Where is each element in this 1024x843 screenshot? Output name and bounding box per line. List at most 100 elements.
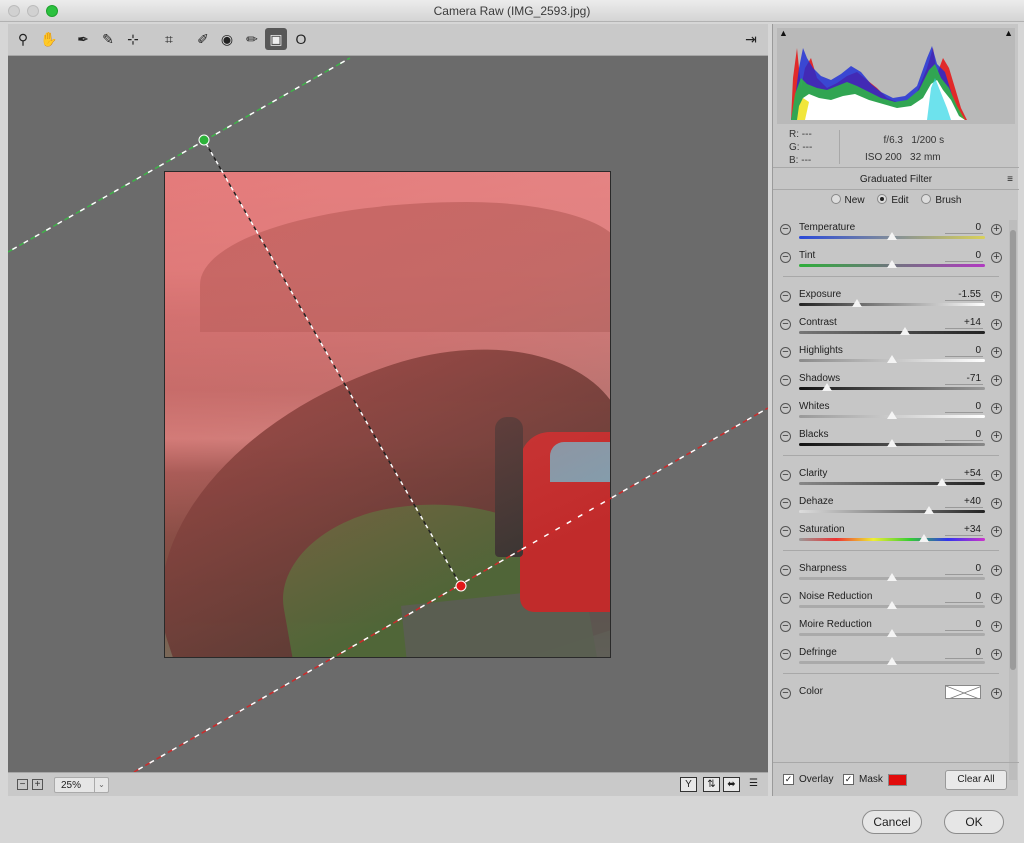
zoom-tool-icon[interactable]: ⚲	[12, 28, 34, 50]
slider-thumb[interactable]	[887, 232, 897, 240]
color-sampler-tool-icon[interactable]: ✎	[97, 28, 119, 50]
preview-preferences-icon[interactable]: ☰	[745, 777, 762, 792]
slider-value-field[interactable]: -71	[945, 373, 983, 385]
slider-thumb[interactable]	[887, 601, 897, 609]
minus-icon[interactable]: −	[780, 347, 791, 358]
slider-value-field[interactable]: 0	[945, 345, 983, 357]
minus-icon[interactable]: −	[780, 403, 791, 414]
mask-checkbox[interactable]: ✓	[843, 774, 854, 785]
slider-thumb[interactable]	[900, 327, 911, 335]
slider-track[interactable]	[799, 331, 985, 334]
slider-thumb[interactable]	[851, 299, 862, 307]
slider-thumb[interactable]	[887, 629, 897, 637]
slider-track[interactable]	[799, 510, 985, 513]
copy-settings-button[interactable]: ⬌	[723, 777, 740, 792]
plus-icon[interactable]: +	[991, 319, 1002, 330]
slider-value-field[interactable]: +40	[945, 496, 983, 508]
adjustment-brush-icon[interactable]: ✏	[241, 28, 263, 50]
slider-thumb[interactable]	[887, 355, 897, 363]
panel-scroll-thumb[interactable]	[1010, 230, 1016, 670]
minus-icon[interactable]: −	[780, 593, 791, 604]
graduated-filter-icon[interactable]: ▣	[265, 28, 287, 50]
plus-icon[interactable]: +	[991, 403, 1002, 414]
slider-value-field[interactable]: +54	[945, 468, 983, 480]
white-balance-tool-icon[interactable]: ✒	[72, 28, 94, 50]
before-after-view-button[interactable]: Y	[680, 777, 697, 792]
minus-icon[interactable]: −	[780, 252, 791, 263]
gradient-start-handle[interactable]	[198, 134, 210, 146]
plus-icon[interactable]: +	[991, 526, 1002, 537]
slider-value-field[interactable]: 0	[945, 563, 983, 575]
clear-all-button[interactable]: Clear All	[945, 770, 1007, 790]
slider-value-field[interactable]: 0	[945, 429, 983, 441]
slider-clarity[interactable]: − Clarity +54 +	[773, 466, 1009, 494]
slider-value-field[interactable]: 0	[945, 222, 983, 234]
slider-shadows[interactable]: − Shadows -71 +	[773, 371, 1009, 399]
zoom-in-button[interactable]: +	[32, 779, 43, 790]
slider-track[interactable]	[799, 482, 985, 485]
gradient-end-handle[interactable]	[455, 580, 467, 592]
radial-filter-icon[interactable]: O	[290, 28, 312, 50]
slider-highlights[interactable]: − Highlights 0 +	[773, 343, 1009, 371]
slider-value-field[interactable]: 0	[945, 250, 983, 262]
minus-icon[interactable]: −	[780, 319, 791, 330]
slider-thumb[interactable]	[887, 260, 897, 268]
minus-icon[interactable]: −	[780, 431, 791, 442]
slider-thumb[interactable]	[887, 439, 897, 447]
swap-settings-button[interactable]: ⇅	[703, 777, 720, 792]
plus-icon[interactable]: +	[991, 593, 1002, 604]
overlay-checkbox[interactable]: ✓	[783, 774, 794, 785]
slider-value-field[interactable]: 0	[945, 591, 983, 603]
plus-icon[interactable]: +	[991, 565, 1002, 576]
minus-icon[interactable]: −	[780, 291, 791, 302]
minus-icon[interactable]: −	[780, 649, 791, 660]
image-canvas[interactable]	[8, 56, 768, 772]
minus-icon[interactable]: −	[780, 688, 791, 699]
slider-moire-reduction[interactable]: − Moire Reduction 0 +	[773, 617, 1009, 645]
slider-tint[interactable]: − Tint 0 +	[773, 248, 1009, 276]
slider-sharpness[interactable]: − Sharpness 0 +	[773, 561, 1009, 589]
slider-value-field[interactable]: +14	[945, 317, 983, 329]
slider-thumb[interactable]	[887, 657, 897, 665]
slider-dehaze[interactable]: − Dehaze +40 +	[773, 494, 1009, 522]
targeted-adjustment-tool-icon[interactable]: ⊹	[122, 28, 144, 50]
slider-thumb[interactable]	[924, 506, 935, 514]
mode-new-radio[interactable]: New	[830, 194, 865, 206]
slider-value-field[interactable]: 0	[945, 401, 983, 413]
color-swatch[interactable]	[945, 685, 981, 699]
minus-icon[interactable]: −	[780, 498, 791, 509]
zoom-level-select[interactable]: 25% ⌄	[54, 777, 109, 793]
slider-track[interactable]	[799, 538, 985, 541]
plus-icon[interactable]: +	[991, 291, 1002, 302]
zoom-out-button[interactable]: −	[17, 779, 28, 790]
minus-icon[interactable]: −	[780, 470, 791, 481]
plus-icon[interactable]: +	[991, 431, 1002, 442]
slider-thumb[interactable]	[887, 411, 897, 419]
panel-menu-icon[interactable]: ≡	[1007, 174, 1013, 185]
plus-icon[interactable]: +	[991, 252, 1002, 263]
slider-contrast[interactable]: − Contrast +14 +	[773, 315, 1009, 343]
plus-icon[interactable]: +	[991, 649, 1002, 660]
hand-tool-icon[interactable]: ✋	[38, 28, 60, 50]
minus-icon[interactable]: −	[780, 224, 791, 235]
slider-temperature[interactable]: − Temperature 0 +	[773, 220, 1009, 248]
plus-icon[interactable]: +	[991, 498, 1002, 509]
plus-icon[interactable]: +	[991, 375, 1002, 386]
slider-track[interactable]	[799, 303, 985, 306]
crop-tool-icon[interactable]: ⌗	[158, 28, 180, 50]
panel-scrollbar[interactable]	[1009, 220, 1017, 780]
slider-exposure[interactable]: − Exposure -1.55 +	[773, 287, 1009, 315]
slider-value-field[interactable]: 0	[945, 619, 983, 631]
mode-edit-radio[interactable]: Edit	[877, 194, 909, 206]
plus-icon[interactable]: +	[991, 688, 1002, 699]
minus-icon[interactable]: −	[780, 375, 791, 386]
mode-brush-radio[interactable]: Brush	[921, 194, 961, 206]
spot-removal-tool-icon[interactable]: ✐	[192, 28, 214, 50]
slider-value-field[interactable]: 0	[945, 647, 983, 659]
slider-value-field[interactable]: -1.55	[945, 289, 983, 301]
plus-icon[interactable]: +	[991, 621, 1002, 632]
slider-thumb[interactable]	[821, 383, 832, 391]
cancel-button[interactable]: Cancel	[862, 810, 922, 834]
red-eye-tool-icon[interactable]: ◉	[216, 28, 238, 50]
plus-icon[interactable]: +	[991, 224, 1002, 235]
